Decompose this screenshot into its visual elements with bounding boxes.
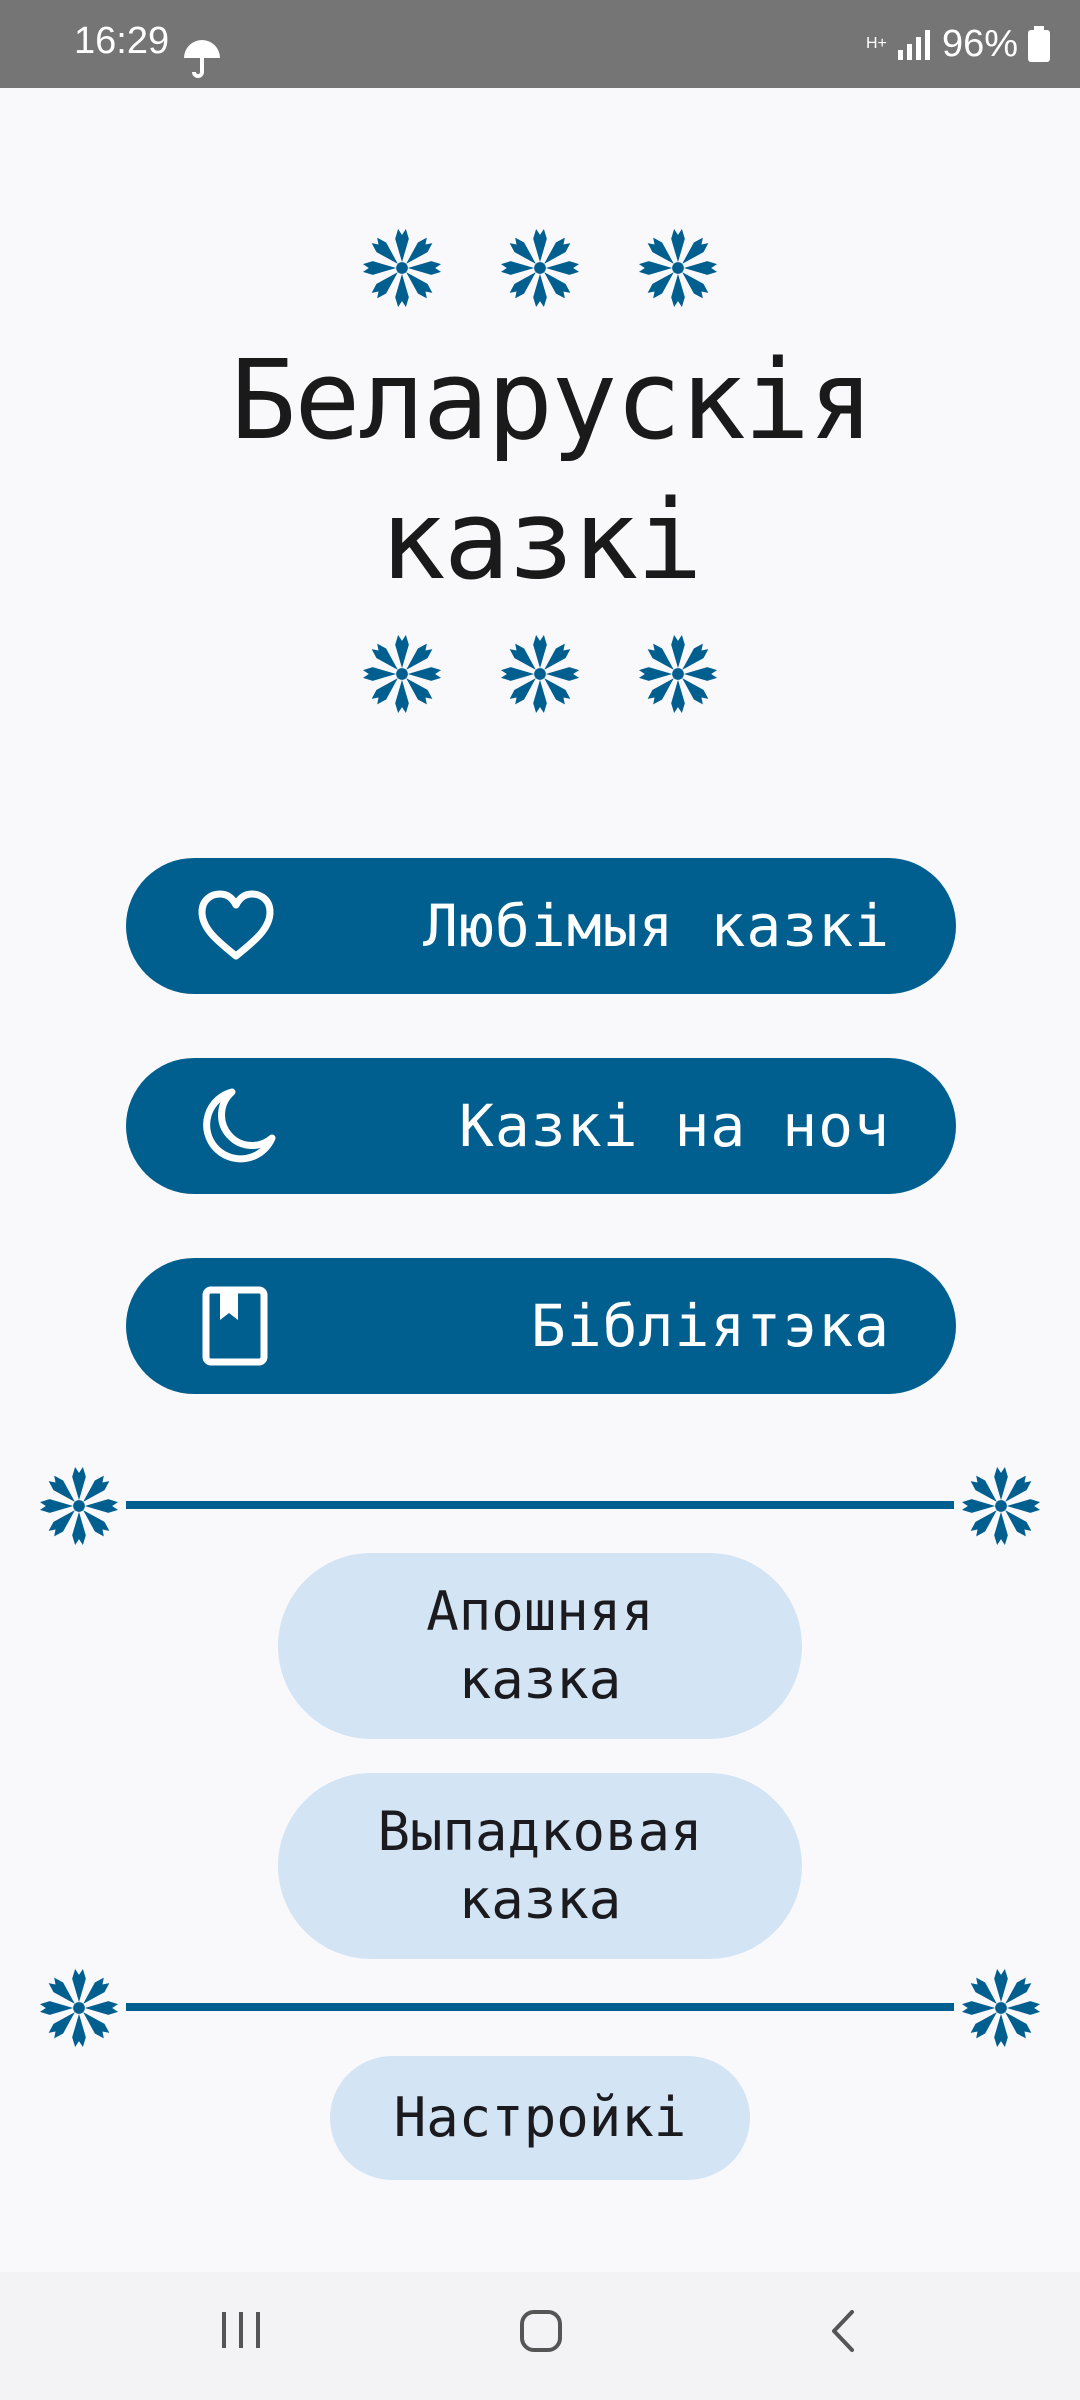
home-icon[interactable] — [518, 2308, 564, 2354]
status-indicators: H+ 96% — [866, 20, 1050, 68]
favorites-label: Любімыя казкі — [423, 892, 890, 960]
bedtime-label: Казкі на ноч — [458, 1092, 890, 1160]
status-bar: 16:29 H+ 96% — [0, 0, 1080, 88]
decor-row-bottom — [0, 634, 1080, 714]
cornflower-icon — [961, 1968, 1041, 2048]
library-button[interactable]: Бібліятэка — [126, 1258, 956, 1394]
system-nav-bar — [0, 2272, 1080, 2400]
divider-line — [126, 1501, 954, 1509]
title-block: Беларускія казкі — [0, 228, 1080, 714]
last-tale-label: Апошняя казка — [426, 1580, 654, 1711]
heart-icon — [198, 890, 274, 960]
bedtime-tales-button[interactable]: Казкі на ноч — [126, 1058, 956, 1194]
decor-divider-bottom — [0, 1968, 1080, 2048]
last-tale-button[interactable]: Апошняя казка — [278, 1553, 802, 1739]
random-tale-label: Выпадковая казка — [377, 1800, 703, 1931]
cornflower-icon — [39, 1968, 119, 2048]
book-icon — [202, 1286, 268, 1366]
network-type: H+ — [865, 35, 887, 52]
settings-label: Настройкі — [393, 2086, 687, 2149]
library-label: Бібліятэка — [530, 1292, 890, 1360]
recent-apps-icon[interactable] — [220, 2308, 262, 2352]
cornflower-icon — [39, 1466, 119, 1546]
cornflower-icon — [961, 1466, 1041, 1546]
moon-icon — [203, 1088, 276, 1163]
app-title: Беларускія казкі — [0, 330, 1080, 610]
back-icon[interactable] — [826, 2308, 860, 2354]
cornflower-icon — [362, 228, 442, 308]
cornflower-icon — [638, 228, 718, 308]
settings-button[interactable]: Настройкі — [330, 2056, 750, 2180]
cornflower-icon — [500, 634, 580, 714]
signal-icon — [897, 30, 930, 60]
battery-icon — [1028, 26, 1050, 62]
favorites-button[interactable]: Любімыя казкі — [126, 858, 956, 994]
cornflower-icon — [362, 634, 442, 714]
random-tale-button[interactable]: Выпадковая казка — [278, 1773, 802, 1959]
umbrella-icon — [184, 40, 220, 78]
cornflower-icon — [500, 228, 580, 308]
app-title-text: Беларускія казкі — [230, 336, 874, 604]
battery-percent: 96% — [941, 22, 1018, 65]
status-time: 16:29 — [74, 20, 170, 62]
divider-line — [126, 2003, 954, 2011]
cornflower-icon — [638, 634, 718, 714]
decor-divider-top — [0, 1466, 1080, 1546]
decor-row-top — [0, 228, 1080, 308]
